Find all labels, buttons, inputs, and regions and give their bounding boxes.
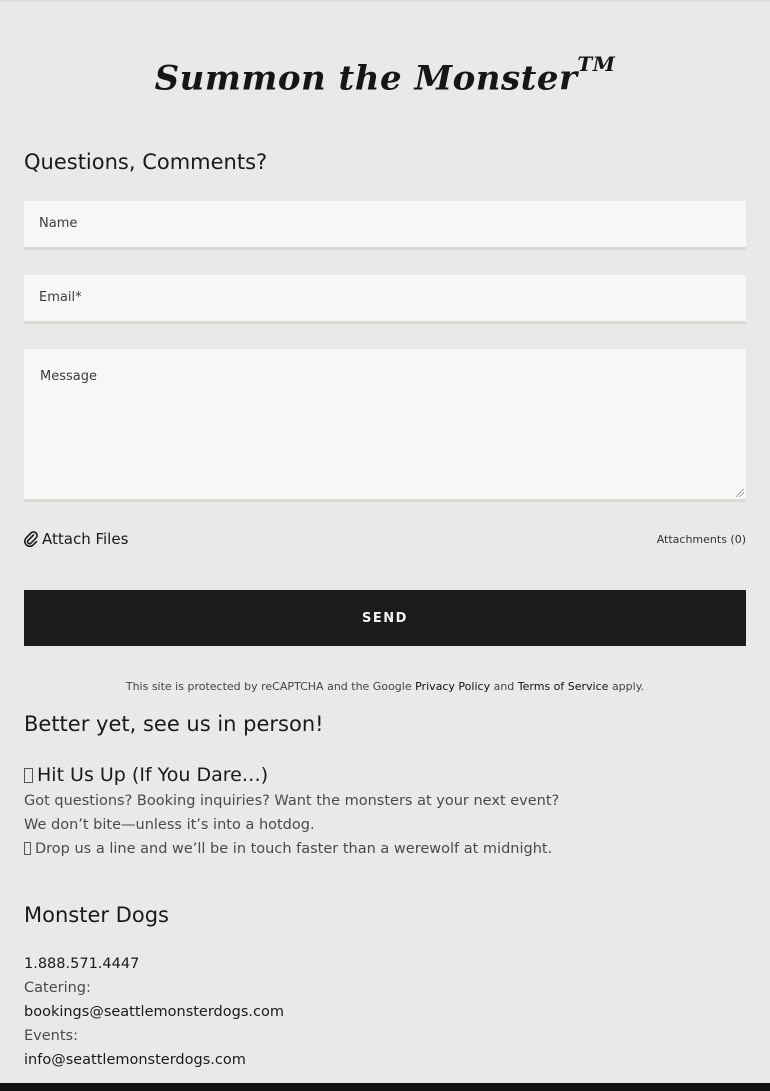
phone-link[interactable]: 1.888.571.4447: [24, 956, 139, 972]
attach-files-button[interactable]: Attach Files: [24, 530, 128, 548]
visit-line-3: Drop us a line and we’ll be in touch fas…: [24, 841, 552, 857]
hit-us-up-text: Hit Us Up (If You Dare…): [37, 764, 269, 786]
trademark-mark: TM: [577, 52, 616, 76]
catering-email-link[interactable]: bookings@seattlemonsterdogs.com: [24, 1004, 284, 1020]
emoji-placeholder-icon: [24, 768, 33, 783]
top-divider: [0, 0, 770, 2]
visit-line-1: Got questions? Booking inquiries? Want t…: [24, 793, 560, 809]
emoji-placeholder-icon: [24, 842, 31, 855]
name-field[interactable]: Name: [24, 201, 746, 250]
attachments-count: Attachments (0): [656, 533, 746, 546]
site-logo[interactable]: Summon the MonsterTM: [0, 52, 770, 99]
form-heading: Questions, Comments?: [24, 150, 268, 174]
footer-bar: [0, 1083, 770, 1091]
hit-us-up-heading: Hit Us Up (If You Dare…): [24, 764, 268, 786]
catering-label: Catering:: [24, 980, 91, 996]
message-placeholder: Message: [40, 369, 97, 384]
events-label: Events:: [24, 1028, 78, 1044]
attach-files-label: Attach Files: [42, 530, 129, 548]
message-field[interactable]: Message: [24, 349, 746, 502]
recaptcha-notice: This site is protected by reCAPTCHA and …: [0, 680, 770, 693]
paperclip-icon: [24, 531, 38, 547]
visit-line-3-text: Drop us a line and we’ll be in touch fas…: [35, 841, 553, 857]
recaptcha-prefix: This site is protected by reCAPTCHA and …: [125, 680, 412, 693]
terms-of-service-link[interactable]: Terms of Service: [518, 680, 609, 693]
visit-line-2: We don’t bite—unless it’s into a hotdog.: [24, 817, 315, 833]
privacy-policy-link[interactable]: Privacy Policy: [415, 680, 490, 693]
business-name: Monster Dogs: [24, 903, 169, 927]
email-placeholder: Email*: [39, 290, 82, 305]
resize-handle-icon[interactable]: [736, 489, 744, 497]
recaptcha-and: and: [493, 680, 515, 693]
send-button[interactable]: SEND: [24, 590, 746, 646]
email-field[interactable]: Email*: [24, 275, 746, 324]
recaptcha-suffix: apply.: [611, 680, 645, 693]
visit-heading: Better yet, see us in person!: [24, 712, 324, 736]
brand-name: Summon the Monster: [154, 58, 578, 99]
name-placeholder: Name: [39, 216, 78, 231]
events-email-link[interactable]: info@seattlemonsterdogs.com: [24, 1052, 246, 1068]
